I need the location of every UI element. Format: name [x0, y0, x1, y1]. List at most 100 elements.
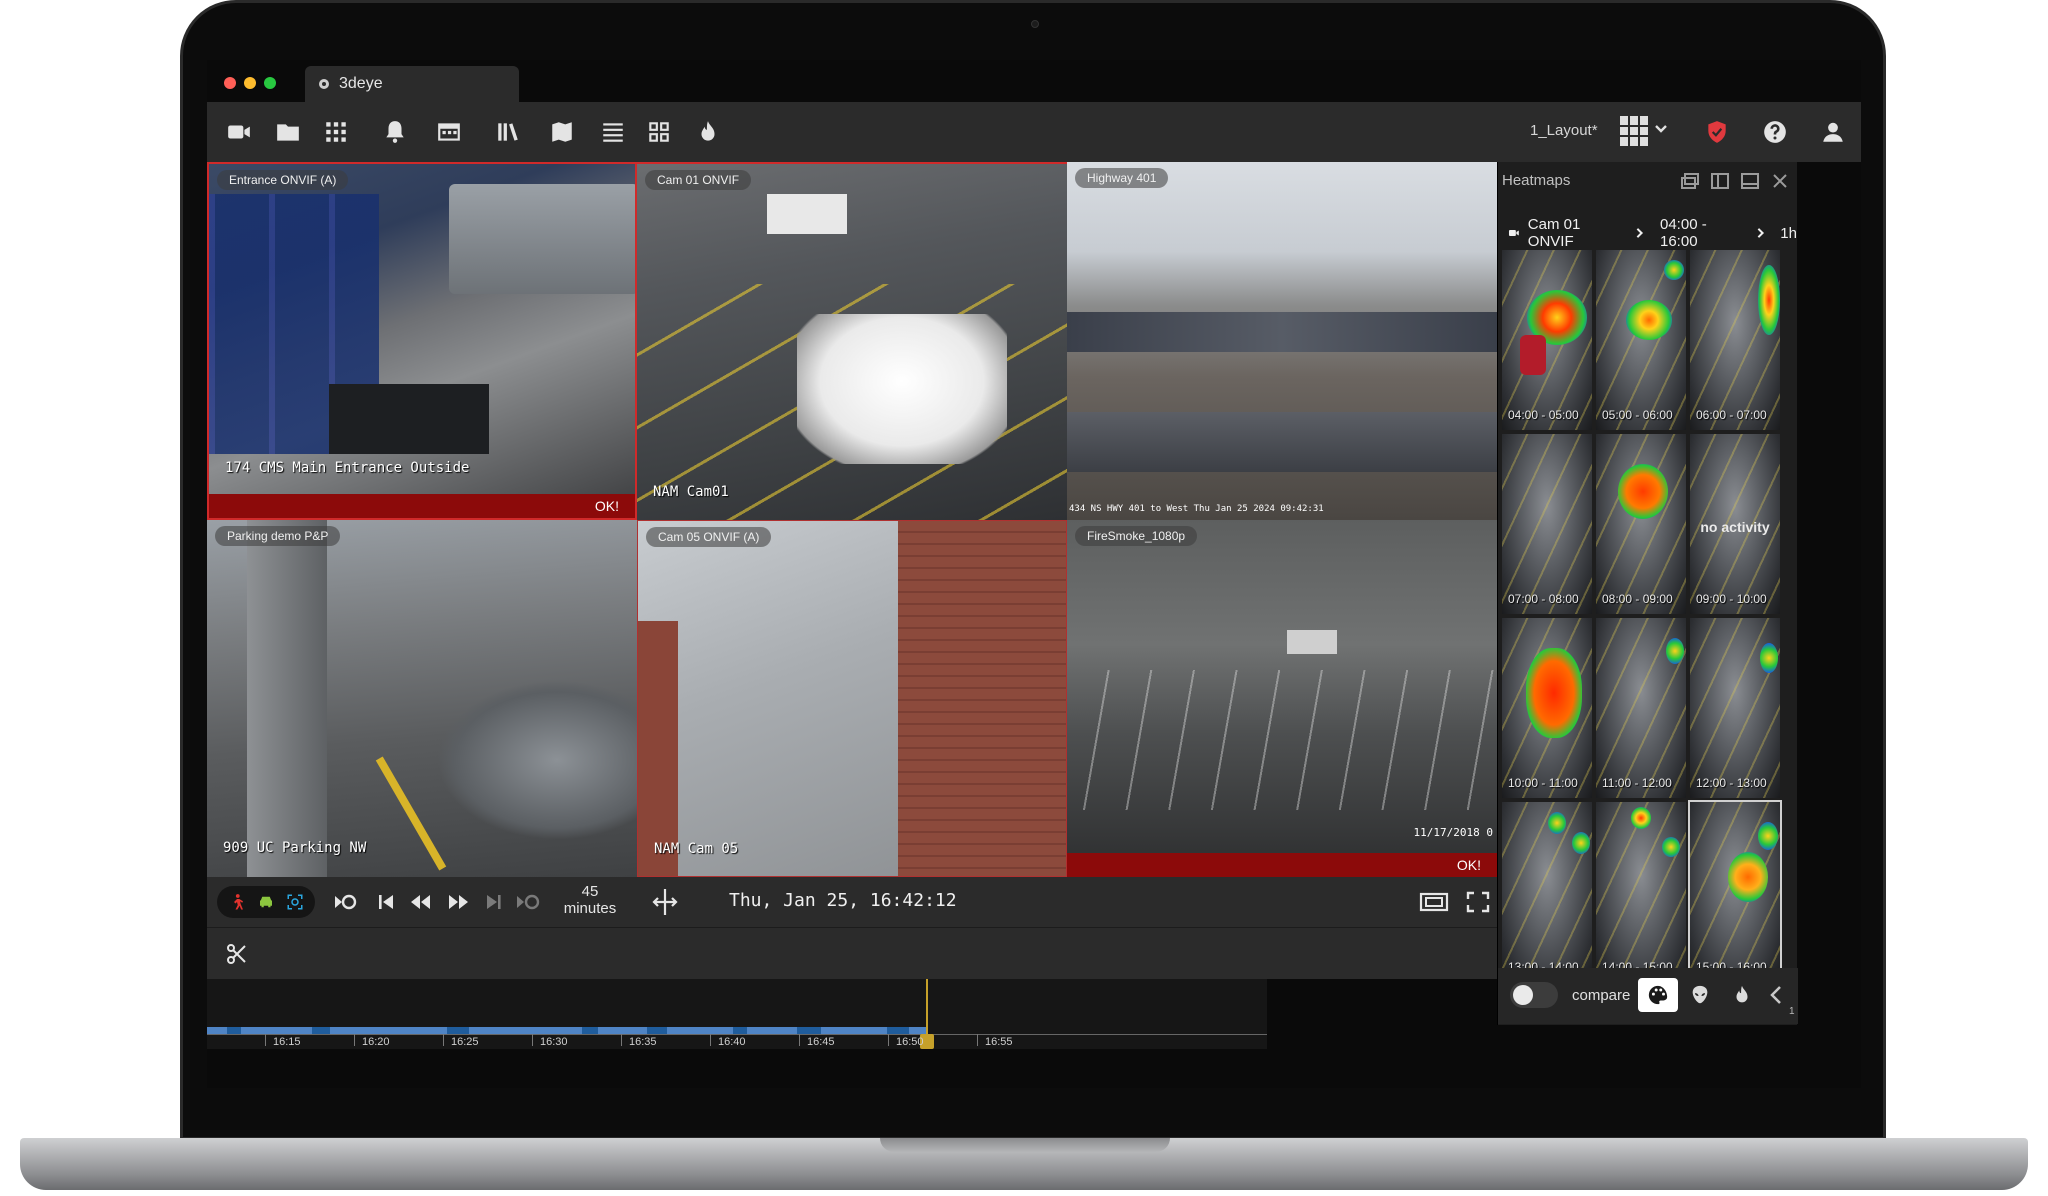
close-icon[interactable] [1770, 172, 1790, 190]
minimize-window-button[interactable] [244, 77, 256, 89]
recording-segment [887, 1027, 909, 1034]
palette-icon[interactable] [1638, 978, 1678, 1012]
layout-name[interactable]: 1_Layout* [1530, 122, 1598, 139]
skip-start-icon[interactable] [373, 890, 399, 914]
fire-icon[interactable] [690, 114, 726, 150]
heatmap-breadcrumb: Cam 01 ONVIF 04:00 - 16:00 1h [1508, 216, 1797, 250]
laptop-base-notch [880, 1138, 1170, 1152]
map-icon[interactable] [544, 114, 580, 150]
maximize-window-button[interactable] [264, 77, 276, 89]
chevron-right-icon [1757, 228, 1764, 238]
tab-title: 3deye [339, 75, 383, 92]
heatmap-thumb[interactable]: 12:00 - 13:00 [1690, 618, 1780, 798]
camera-tile[interactable]: Parking demo P&P 909 UC Parking NW [207, 520, 637, 877]
video-camera-icon[interactable] [221, 114, 257, 150]
timeline-tick [888, 1034, 889, 1046]
camera-tile[interactable]: FireSmoke_1080p 11/17/2018 0 OK! [1067, 520, 1497, 877]
timeline-tick [443, 1034, 444, 1046]
dock-bottom-icon[interactable] [1740, 172, 1760, 190]
face-scan-icon[interactable] [286, 893, 304, 911]
webcam-dot [1031, 20, 1039, 28]
camera-tile[interactable]: Cam 05 ONVIF (A) NAM Cam 05 [637, 520, 1067, 877]
alien-icon[interactable] [1680, 978, 1720, 1012]
close-window-button[interactable] [224, 77, 236, 89]
timeline-label: 16:45 [807, 1036, 835, 1048]
calendar-icon[interactable] [431, 114, 467, 150]
timeline-label: 16:55 [985, 1036, 1013, 1048]
heatmap-thumb[interactable]: 10:00 - 11:00 [1502, 618, 1592, 798]
list-icon[interactable] [595, 114, 631, 150]
recording-segment [647, 1027, 667, 1034]
sync-icon[interactable] [650, 887, 680, 917]
duration-selector[interactable]: 45 minutes [557, 883, 623, 917]
camera-tile[interactable]: Entrance ONVIF (A) 174 CMS Main Entrance… [207, 162, 637, 520]
heatmap-interval[interactable]: 1h [1780, 225, 1797, 242]
heatmaps-panel: Heatmaps Cam 01 ONVIF 04:00 - 16:00 1h 0… [1497, 162, 1798, 1025]
title-bar: 3deye [207, 60, 1861, 102]
library-icon[interactable] [490, 114, 526, 150]
heatmap-thumbnails: 04:00 - 05:00 05:00 - 06:00 06:00 - 07:0… [1502, 250, 1786, 984]
camera-status-bar: OK! [1067, 853, 1497, 877]
user-icon[interactable] [1815, 114, 1851, 150]
popout-icon[interactable] [1680, 172, 1700, 190]
camera-tile[interactable]: Cam 01 ONVIF NAM Cam01 [637, 162, 1067, 520]
fullscreen-icon[interactable] [1465, 890, 1491, 914]
heatmap-range[interactable]: 04:00 - 16:00 [1660, 216, 1735, 250]
heatmap-thumb[interactable]: 11:00 - 12:00 [1596, 618, 1686, 798]
heatmap-thumb[interactable]: 04:00 - 05:00 [1502, 250, 1592, 430]
camera-tile[interactable]: Highway 401 434 NS HWY 401 to West Thu J… [1067, 162, 1497, 520]
rewind-icon[interactable] [408, 890, 434, 914]
chevron-down-icon[interactable] [1654, 122, 1668, 136]
step-back-icon[interactable] [333, 890, 359, 914]
heatmap-thumb[interactable]: 15:00 - 16:00 [1688, 800, 1782, 984]
chevron-right-icon [1636, 228, 1644, 238]
timeline-label: 16:50 [896, 1036, 924, 1048]
app-logo-icon [319, 79, 329, 89]
scissors-icon[interactable] [225, 942, 249, 966]
dock-left-icon[interactable] [1710, 172, 1730, 190]
help-icon[interactable] [1757, 114, 1793, 150]
chevron-left-icon[interactable] [1766, 984, 1786, 1006]
shield-icon[interactable] [1699, 114, 1735, 150]
camera-name-tag: Cam 01 ONVIF [645, 170, 752, 190]
heatmap-thumb[interactable]: no activity 09:00 - 10:00 [1690, 434, 1780, 614]
timeline-label: 16:15 [273, 1036, 301, 1048]
compare-label: compare [1572, 987, 1631, 1004]
car-icon[interactable] [257, 893, 275, 911]
camera-timestamp: 11/17/2018 0 [1413, 826, 1493, 839]
heatmap-thumb[interactable]: 06:00 - 07:00 [1690, 250, 1780, 430]
heatmap-camera[interactable]: Cam 01 ONVIF [1528, 216, 1614, 250]
heatmap-thumb[interactable]: 05:00 - 06:00 [1596, 250, 1686, 430]
heatmap-thumb[interactable]: 13:00 - 14:00 [1502, 802, 1592, 982]
camera-name-tag: FireSmoke_1080p [1075, 526, 1198, 546]
duration-value: 45 [581, 883, 599, 900]
recording-segment [797, 1027, 821, 1034]
camera-name-tag: Highway 401 [1075, 168, 1169, 188]
recording-segment [227, 1027, 241, 1034]
heatmap-thumb[interactable]: 14:00 - 15:00 [1596, 802, 1686, 982]
app-screen: 3deye 1_Layout* Entrance ONVIF (A) 174 C… [207, 60, 1861, 1088]
apps-grid-icon[interactable] [318, 114, 354, 150]
timeline-tick [354, 1034, 355, 1046]
layout-grid-icon[interactable] [1620, 116, 1648, 146]
tiles-icon[interactable] [641, 114, 677, 150]
skip-end-icon[interactable] [481, 890, 507, 914]
bell-icon[interactable] [377, 114, 413, 150]
film-icon[interactable] [1419, 890, 1449, 914]
browser-tab[interactable]: 3deye [305, 66, 519, 102]
heatmap-thumb[interactable]: 07:00 - 08:00 [1502, 434, 1592, 614]
camera-osd-text: 174 CMS Main Entrance Outside [225, 460, 470, 476]
person-icon[interactable] [228, 893, 246, 911]
compare-toggle[interactable] [1510, 982, 1558, 1008]
recording-segment [733, 1027, 747, 1034]
fast-forward-icon[interactable] [445, 890, 471, 914]
folder-icon[interactable] [270, 114, 306, 150]
step-forward-icon[interactable] [515, 890, 541, 914]
duration-unit: minutes [563, 900, 617, 917]
timeline[interactable]: 16:15 16:20 16:25 16:30 16:35 16:40 16:45 16:50… [207, 979, 1267, 1049]
heatmaps-title: Heatmaps [1502, 172, 1571, 189]
timeline-tick [621, 1034, 622, 1046]
heatmap-thumb[interactable]: 08:00 - 09:00 [1596, 434, 1686, 614]
chevron-left-icon[interactable] [1730, 984, 1750, 1006]
playback-controls: 45 minutes Thu, Jan 25, 16:42:12 [207, 877, 1497, 927]
